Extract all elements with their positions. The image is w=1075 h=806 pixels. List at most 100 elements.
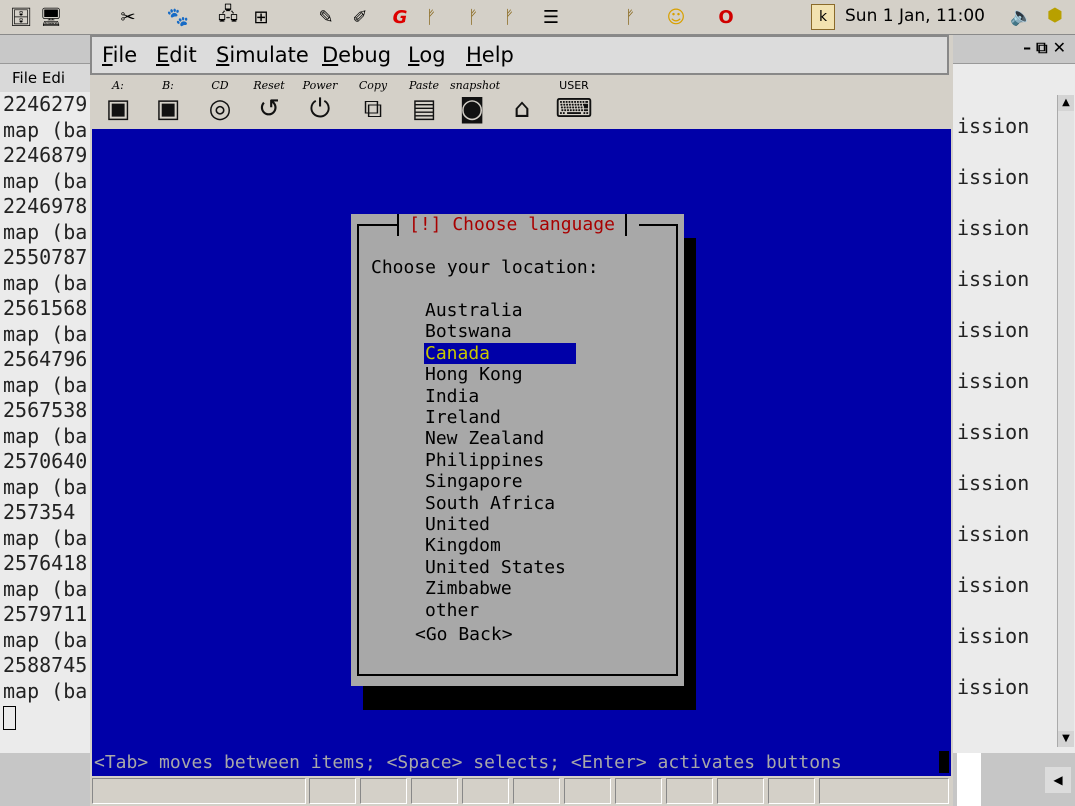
location-prompt: Choose your location: (371, 257, 599, 278)
lizard-icon[interactable]: ᚠ (496, 4, 522, 30)
location-option[interactable]: Canada (424, 342, 576, 365)
menu-simulate[interactable]: Simulate (216, 43, 309, 67)
terminal-cursor (3, 705, 16, 730)
terminal-line: 257354 (3, 500, 76, 524)
location-option[interactable]: Zimbabwe (424, 578, 576, 599)
terminal-line: map (ba (3, 525, 88, 550)
location-option[interactable]: Hong Kong (424, 364, 576, 385)
lizard-icon[interactable]: ᚠ (460, 4, 486, 30)
menu-edit[interactable]: Edit (156, 43, 197, 67)
terminal-line: map (ba (3, 117, 88, 142)
terminal-output: ission ission ission ission ission ission issi… (957, 101, 1029, 713)
reset-button[interactable]: Reset ↺ (247, 79, 291, 129)
status-field (819, 778, 949, 804)
location-option[interactable]: Singapore (424, 471, 576, 492)
menu-help[interactable]: Help (466, 43, 514, 67)
lizard-icon[interactable]: ᚠ (418, 4, 444, 30)
location-option[interactable]: Botswana (424, 321, 576, 342)
terminal-line: map (ba (3, 576, 88, 601)
emulator-screen[interactable]: [!] Choose language Choose your location… (92, 129, 951, 776)
location-option[interactable]: United States (424, 557, 576, 578)
scissors-icon[interactable]: ✂ (115, 4, 141, 30)
copy-button[interactable]: Copy ⧉ (351, 79, 395, 129)
clock[interactable]: Sun 1 Jan, 11:00 (845, 6, 985, 26)
network-icon[interactable]: 🖧 (215, 4, 241, 30)
terminal-line: ission (957, 216, 1030, 240)
g-icon[interactable]: G (387, 4, 413, 30)
status-field (513, 778, 560, 804)
settings-icon[interactable]: ☰ (538, 4, 564, 30)
opera-icon[interactable]: O (713, 4, 739, 30)
paste-icon: ▤ (411, 94, 437, 124)
camera-icon: ◙ (459, 94, 485, 124)
terminal-line: map (ba (3, 423, 88, 448)
window-controls[interactable]: –⧉✕ (1023, 38, 1071, 58)
volume-icon[interactable]: 🔈 (1010, 6, 1032, 27)
window-titlebar[interactable]: –⧉✕ (953, 35, 1075, 64)
terminal-line: map (ba (3, 627, 88, 652)
background-terminal-left[interactable]: File Edi 2246279 map (ba 2246879 map (ba 224… (0, 35, 90, 753)
terminal-icon[interactable]: 🖥 (38, 4, 64, 30)
status-field (92, 778, 306, 804)
image-editor-icon[interactable]: ✐ (347, 4, 373, 30)
power-icon: ⏻ (309, 94, 331, 124)
taskbar-slot[interactable] (957, 753, 981, 806)
status-field (768, 778, 815, 804)
user-icon[interactable]: ☺ (663, 4, 689, 30)
terminal-line: ission (957, 165, 1030, 189)
location-option[interactable]: New Zealand (424, 428, 576, 449)
taskbar-left (0, 753, 90, 806)
go-back-button[interactable]: <Go Back> (415, 624, 513, 645)
terminal-line: ission (957, 369, 1030, 393)
snapshot-button[interactable]: snapshot ◙ (450, 79, 500, 129)
status-field (564, 778, 611, 804)
terminal-line: 2570640 (3, 449, 88, 473)
terminal-line: ission (957, 114, 1030, 138)
terminal-line: ission (957, 420, 1030, 444)
windows-logo-icon[interactable]: ⊞ (248, 4, 274, 30)
location-option[interactable]: Ireland (424, 407, 576, 428)
floppy-a-button[interactable]: A: ▣ (96, 79, 140, 129)
location-option[interactable]: United Kingdom (424, 514, 576, 557)
scroll-up-arrow-icon[interactable]: ▲ (1058, 95, 1074, 111)
lizard-icon[interactable]: ᚠ (617, 4, 643, 30)
status-field (309, 778, 356, 804)
menu-debug[interactable]: Debug (322, 43, 391, 67)
location-option[interactable]: Australia (424, 300, 576, 321)
mouse-toggle-button[interactable]: ⌂ (500, 79, 544, 129)
terminal-line: 2567538 (3, 398, 88, 422)
choose-language-dialog: [!] Choose language Choose your location… (351, 214, 684, 686)
dialog-title: [!] Choose language (397, 214, 627, 236)
file-cabinet-icon[interactable]: 🗄 (8, 4, 34, 30)
mouse-icon: ⌂ (513, 94, 531, 124)
location-option[interactable]: other (424, 600, 576, 621)
network-status-icon[interactable]: ⬢ (1047, 5, 1063, 26)
cdrom-button[interactable]: CD ◎ (198, 79, 242, 129)
menu-log[interactable]: Log (408, 43, 446, 67)
menu-file[interactable]: File (102, 43, 137, 67)
notes-icon[interactable]: k (811, 4, 835, 30)
user-keys-button[interactable]: USER ⌨ (552, 79, 596, 129)
status-field (360, 778, 407, 804)
vertical-scrollbar[interactable]: ▲ ▼ (1057, 95, 1074, 747)
cd-icon: ◎ (208, 94, 232, 124)
scroll-left-arrow-icon[interactable]: ◀ (1045, 767, 1071, 793)
scroll-down-arrow-icon[interactable]: ▼ (1058, 731, 1074, 747)
bochs-window[interactable]: File Edit Simulate Debug Log Help A: ▣ B… (90, 35, 953, 806)
terminal-line: ission (957, 573, 1030, 597)
terminal-line: ission (957, 267, 1030, 291)
background-terminal-right[interactable]: –⧉✕ ission ission ission ission ission ission… (953, 35, 1075, 753)
terminal-menubar[interactable]: File Edi (0, 64, 90, 92)
location-option[interactable]: South Africa (424, 493, 576, 514)
terminal-line: map (ba (3, 678, 88, 703)
floppy-b-button[interactable]: B: ▣ (146, 79, 190, 129)
paste-button[interactable]: Paste ▤ (402, 79, 446, 129)
power-button[interactable]: Power ⏻ (298, 79, 342, 129)
location-option[interactable]: India (424, 386, 576, 407)
terminal-line: 2564796 (3, 347, 88, 371)
text-editor-icon[interactable]: ✎ (313, 4, 339, 30)
window-titlebar[interactable] (0, 35, 90, 64)
gimp-icon[interactable]: 🐾 (165, 4, 191, 30)
location-option[interactable]: Philippines (424, 450, 576, 471)
terminal-line: 2588745 (3, 653, 88, 677)
